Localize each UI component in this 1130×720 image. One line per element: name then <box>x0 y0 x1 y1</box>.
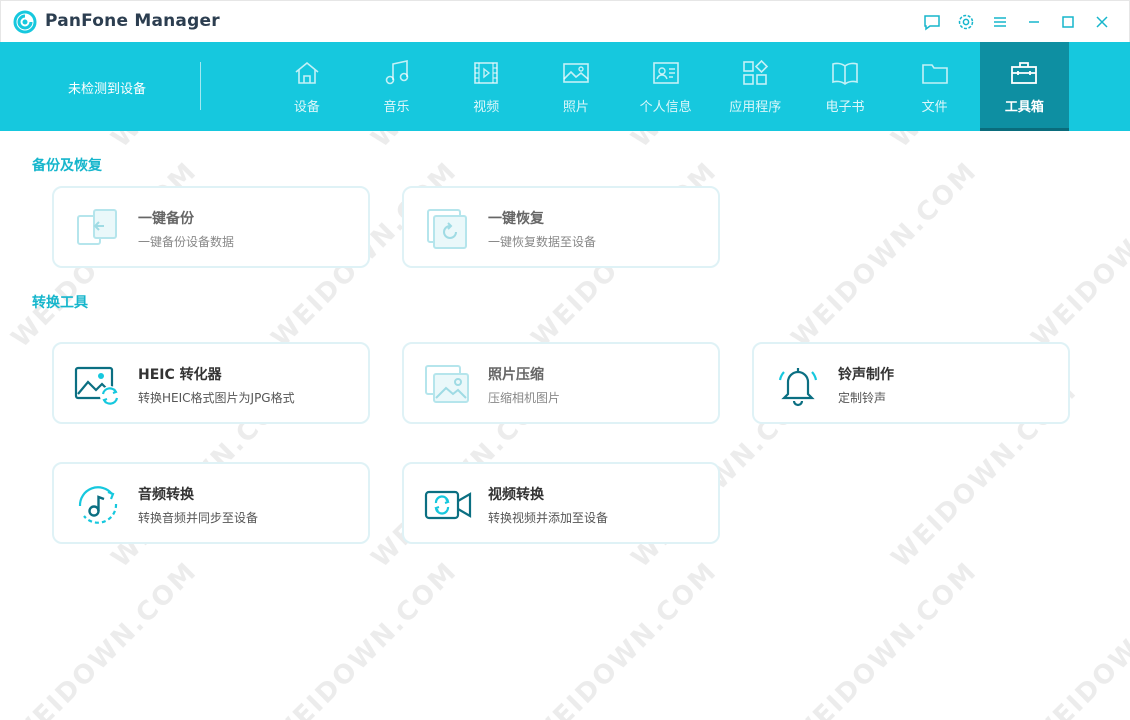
feedback-button[interactable] <box>915 9 949 35</box>
apps-icon <box>743 59 769 85</box>
section-title-convert: 转换工具 <box>32 295 88 311</box>
card-desc: 一键备份设备数据 <box>138 235 235 249</box>
bell-icon <box>778 368 818 407</box>
tab-ebook[interactable]: 电子书 <box>800 42 890 131</box>
video-convert-icon <box>424 490 472 520</box>
tab-photo[interactable]: 照片 <box>531 42 621 131</box>
card-desc: 定制铃声 <box>838 391 887 405</box>
tab-contacts[interactable]: 个人信息 <box>621 42 711 131</box>
watermark-text: WEIDOWN.COM <box>265 556 464 720</box>
card-title: 照片压缩 <box>488 367 544 383</box>
tab-label: 音乐 <box>383 100 410 115</box>
tab-label: 个人信息 <box>639 100 692 115</box>
card-desc: 转换视频并添加至设备 <box>488 511 609 525</box>
photo-icon <box>563 63 589 83</box>
card-title: 一键恢复 <box>488 211 544 227</box>
one-click-backup-card[interactable]: 一键备份 一键备份设备数据 <box>52 186 370 268</box>
card-title: 视频转换 <box>488 487 544 503</box>
feedback-icon <box>924 15 940 31</box>
heic-converter-card[interactable]: HEIC 转化器 转换HEIC格式图片为JPG格式 <box>52 342 370 424</box>
restore-icon <box>427 209 467 249</box>
tab-files[interactable]: 文件 <box>890 42 980 131</box>
music-icon <box>385 60 408 85</box>
video-icon <box>474 62 499 84</box>
card-title: 一键备份 <box>138 211 194 227</box>
minimize-icon <box>1029 21 1039 23</box>
menu-icon <box>994 17 1006 27</box>
book-icon <box>832 62 858 85</box>
close-icon <box>1096 16 1108 28</box>
tab-video[interactable]: 视频 <box>441 42 531 131</box>
nav-divider <box>200 62 201 110</box>
tab-device[interactable]: 设备 <box>262 42 352 131</box>
tab-label: 电子书 <box>825 100 865 115</box>
one-click-restore-card[interactable]: 一键恢复 一键恢复数据至设备 <box>402 186 720 268</box>
title-bar: PanFone Manager <box>0 0 1130 42</box>
section-title-backup: 备份及恢复 <box>32 158 102 174</box>
app-title: PanFone Manager <box>45 11 220 31</box>
watermark-text: WEIDOWN.COM <box>785 556 984 720</box>
nav-bar: 未检测到设备 设备 音乐 视频 照片 个人信息 应用程序 电子书 文件 工具箱 <box>0 42 1130 131</box>
tab-label: 视频 <box>473 100 500 115</box>
card-desc: 压缩相机图片 <box>488 391 561 405</box>
ringtone-maker-card[interactable]: 铃声制作 定制铃声 <box>752 342 1070 424</box>
menu-button[interactable] <box>983 9 1017 35</box>
photo-compress-icon <box>425 365 469 403</box>
card-title: 音频转换 <box>138 487 194 503</box>
card-title: 铃声制作 <box>838 367 894 383</box>
tab-music[interactable]: 音乐 <box>352 42 442 131</box>
maximize-icon <box>1062 16 1074 28</box>
settings-icon <box>958 14 974 30</box>
watermark-text: WEIDOWN.COM <box>785 156 984 354</box>
close-button[interactable] <box>1085 9 1119 35</box>
tab-toolbox[interactable]: 工具箱 <box>979 42 1070 131</box>
tab-apps[interactable]: 应用程序 <box>710 42 800 131</box>
backup-icon <box>77 209 117 245</box>
card-desc: 转换音频并同步至设备 <box>138 511 259 525</box>
home-icon <box>295 61 319 84</box>
folder-icon <box>921 64 948 84</box>
heic-convert-icon <box>74 366 120 406</box>
photo-compress-card[interactable]: 照片压缩 压缩相机图片 <box>402 342 720 424</box>
card-desc: 一键恢复数据至设备 <box>488 235 597 249</box>
settings-button[interactable] <box>949 9 983 35</box>
device-status: 未检测到设备 <box>68 82 147 97</box>
card-desc: 转换HEIC格式图片为JPG格式 <box>138 391 295 405</box>
card-title: HEIC 转化器 <box>138 367 222 383</box>
tab-label: 工具箱 <box>1004 100 1044 115</box>
watermark-text: WEIDOWN.COM <box>5 556 204 720</box>
tab-label: 照片 <box>562 100 589 115</box>
tab-label: 设备 <box>293 100 320 115</box>
tab-label: 应用程序 <box>729 100 782 115</box>
audio-convert-card[interactable]: 音频转换 转换音频并同步至设备 <box>52 462 370 544</box>
watermark-text: WEIDOWN.COM <box>525 556 724 720</box>
audio-convert-icon <box>78 486 118 524</box>
video-convert-card[interactable]: 视频转换 转换视频并添加至设备 <box>402 462 720 544</box>
watermark-text: WEIDOWN.COM <box>1025 556 1130 720</box>
minimize-button[interactable] <box>1017 9 1051 35</box>
app-logo-icon <box>13 10 37 34</box>
watermark-text: WEIDOWN.COM <box>1025 156 1130 354</box>
nav-tabs: 设备 音乐 视频 照片 个人信息 应用程序 电子书 文件 工具箱 <box>262 42 1070 131</box>
contact-card-icon <box>652 62 679 84</box>
maximize-button[interactable] <box>1051 9 1085 35</box>
toolbox-icon <box>1011 62 1038 84</box>
tab-label: 文件 <box>921 100 948 115</box>
